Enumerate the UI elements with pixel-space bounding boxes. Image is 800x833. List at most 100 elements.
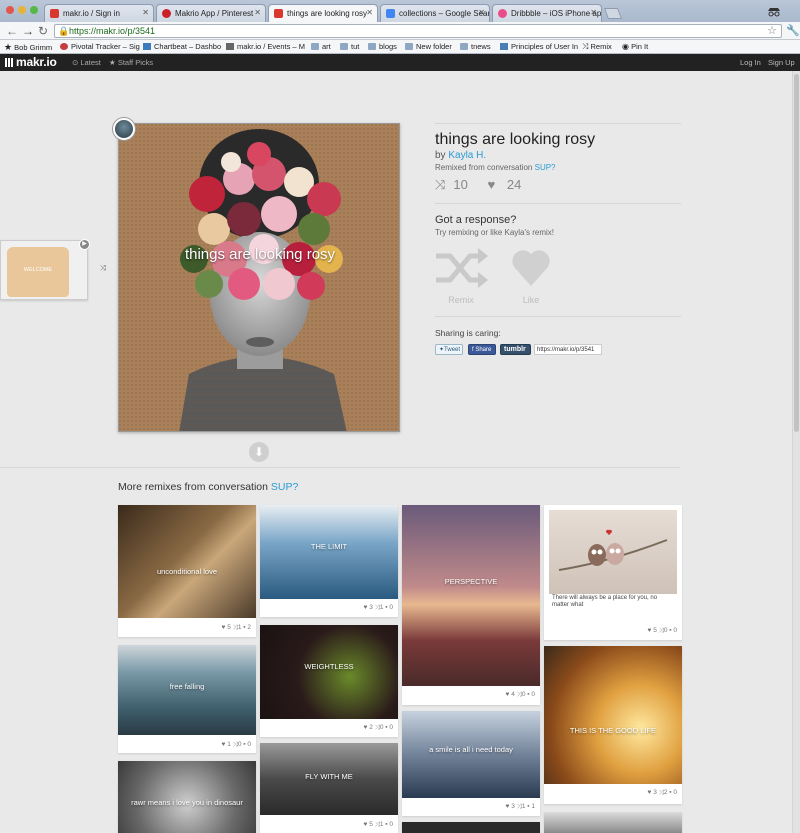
tab-title: makr.io / Sign in <box>63 9 120 18</box>
remix-card-caption: unconditional love <box>156 567 218 576</box>
nav-latest[interactable]: ⊙ Latest <box>72 58 101 67</box>
remix-card[interactable]: THIS IS THE GOOD LIFE ♥ 3 ⤨2 ▪ 0 <box>544 646 682 804</box>
bookmark-star-icon[interactable]: ☆ <box>767 24 777 37</box>
close-tab-icon[interactable]: ✕ <box>590 8 597 17</box>
incognito-icon <box>766 3 782 19</box>
bookmark-item[interactable]: Principles of User In <box>500 42 578 51</box>
author-link[interactable]: Kayla H. <box>448 150 486 161</box>
remix-card[interactable]: rawr means i love you in dinosaur <box>118 761 256 833</box>
reload-icon[interactable]: ↻ <box>38 24 48 38</box>
bookmark-label: Bob Grimm <box>14 43 53 52</box>
bookmark-item[interactable]: ★ Bob Grimm <box>4 42 52 53</box>
logo-bars-icon <box>5 58 14 67</box>
card-likes: 1 <box>227 741 231 748</box>
card-comments: 0 <box>247 741 251 748</box>
tumblr-button[interactable]: tumblr <box>500 344 531 355</box>
remix-count-value: 10 <box>453 177 468 192</box>
bookmark-item[interactable]: Pivotal Tracker – Sig <box>60 42 140 51</box>
minimize-window-button[interactable] <box>18 6 26 14</box>
collage-artwork <box>119 124 399 431</box>
play-icon[interactable]: ▶ <box>79 239 90 250</box>
remix-card[interactable] <box>544 812 682 833</box>
remix-button[interactable]: Remix <box>433 248 489 305</box>
post-title: things are looking rosy <box>435 131 596 148</box>
scroll-down-arrow-icon[interactable]: ⬇ <box>249 442 269 462</box>
bookmark-folder[interactable]: art <box>311 42 331 51</box>
makrio-icon <box>226 43 234 50</box>
wrench-icon[interactable]: 🔧 <box>786 24 800 37</box>
bookmarks-bar: ★ Bob Grimm Pivotal Tracker – Sig Chartb… <box>0 40 800 54</box>
remix-card-stats: ♥ 4 ⤨0 ▪ 0 <box>505 691 535 698</box>
bookmark-folder[interactable]: New folder <box>405 42 452 51</box>
bookmark-item[interactable]: makr.io / Events – M <box>226 42 305 51</box>
remix-card[interactable]: a smile is all i need today ♥ 3 ⤨1 ▪ 1 <box>402 711 540 816</box>
document-icon <box>500 43 508 50</box>
section-divider <box>0 467 680 468</box>
facebook-icon: f <box>472 347 474 353</box>
close-tab-icon[interactable]: ✕ <box>254 8 261 17</box>
tweet-button[interactable]: ✦Tweet <box>435 344 463 355</box>
bookmark-label: blogs <box>379 42 397 51</box>
conversation-link[interactable]: SUP? <box>535 163 556 172</box>
remix-card-image <box>402 711 540 798</box>
nav-latest-label: Latest <box>80 58 101 67</box>
bookmark-item[interactable]: ◉ Pin It <box>622 42 648 51</box>
bookmark-item[interactable]: Chartbeat – Dashbo <box>143 42 221 51</box>
zoom-window-button[interactable] <box>30 6 38 14</box>
bookmark-folder[interactable]: tut <box>340 42 359 51</box>
site-logo[interactable]: makr.io <box>5 55 57 69</box>
close-tab-icon[interactable]: ✕ <box>478 8 485 17</box>
remix-card[interactable] <box>402 822 540 833</box>
response-subtitle: Try remixing or like Kayla's remix! <box>435 228 555 237</box>
browser-tab[interactable]: collections – Google Search ✕ <box>380 4 490 22</box>
back-arrow-icon[interactable]: ← <box>6 24 18 38</box>
remix-card[interactable]: free falling ♥ 1 ⤨0 ▪ 0 <box>118 645 256 753</box>
post-stats: ⤨ 10 ♥ 24 <box>435 177 537 193</box>
like-count: ♥ 24 <box>488 177 530 192</box>
browser-tab[interactable]: makr.io / Sign in ✕ <box>44 4 154 22</box>
remix-card[interactable]: unconditional love ♥ 5 ⤨1 ▪ 2 <box>118 505 256 637</box>
bookmark-folder[interactable]: tnews <box>460 42 491 51</box>
bookmark-label: Pin It <box>631 42 649 51</box>
author-avatar[interactable] <box>113 118 135 140</box>
like-button[interactable]: Like <box>503 248 559 305</box>
page-scrollbar[interactable] <box>792 71 800 833</box>
star-icon: ★ <box>4 42 13 52</box>
more-remixes-label: More remixes from conversation <box>118 481 268 493</box>
previous-remix-card[interactable]: WELCOME <box>0 240 88 300</box>
remix-card[interactable]: FLY WITH ME ♥ 5 ⤨1 ▪ 0 <box>260 743 398 833</box>
remix-card[interactable]: There will always be a place for you, no… <box>544 505 682 640</box>
pinterest-favicon-icon <box>162 9 171 18</box>
facebook-share-button[interactable]: f Share <box>468 344 496 355</box>
forward-arrow-icon[interactable]: → <box>22 24 34 38</box>
browser-tab-active[interactable]: things are looking rosy ✕ <box>268 4 378 23</box>
nav-staff-picks[interactable]: ★ Staff Picks <box>109 58 153 67</box>
card-remixes: 2 <box>663 789 668 796</box>
close-window-button[interactable] <box>6 6 14 14</box>
card-comments: 1 <box>531 803 535 810</box>
card-comments: 0 <box>673 627 677 634</box>
browser-tab[interactable]: Dribbble – iOS iPhone app d ✕ <box>492 4 602 22</box>
close-tab-icon[interactable]: ✕ <box>142 8 149 17</box>
share-url-field[interactable]: https://makr.io/p/3541 <box>534 344 602 355</box>
conversation-link[interactable]: SUP? <box>271 481 298 493</box>
browser-tab[interactable]: Makrio App / Pinterest ✕ <box>156 4 266 22</box>
scrollbar-thumb[interactable] <box>794 74 799 432</box>
remix-card-stats: ♥ 3 ⤨1 ▪ 1 <box>505 803 535 810</box>
remix-card[interactable]: WEIGHTLESS ♥ 2 ⤨0 ▪ 0 <box>260 625 398 737</box>
card-remixes: 1 <box>379 604 384 611</box>
post-image-caption: things are looking rosy <box>184 246 336 263</box>
remix-card[interactable]: PERSPECTIVE ♥ 4 ⤨0 ▪ 0 <box>402 505 540 705</box>
remix-card[interactable]: THE LIMIT ♥ 3 ⤨1 ▪ 0 <box>260 505 398 617</box>
bookmark-item[interactable]: ⤨ Remix <box>582 42 612 52</box>
divider <box>435 123 681 124</box>
close-tab-icon[interactable]: ✕ <box>366 8 373 17</box>
login-link[interactable]: Log In <box>740 58 761 67</box>
address-bar[interactable]: 🔒 https://makr.io/p/3541 ☆ <box>54 24 782 38</box>
post-image[interactable]: things are looking rosy <box>118 123 400 432</box>
signup-link[interactable]: Sign Up <box>768 58 795 67</box>
new-tab-button[interactable] <box>603 8 623 19</box>
bookmark-folder[interactable]: blogs <box>368 42 397 51</box>
remix-card-caption: rawr means i love you in dinosaur <box>131 798 243 807</box>
bookmark-label: tnews <box>471 42 491 51</box>
